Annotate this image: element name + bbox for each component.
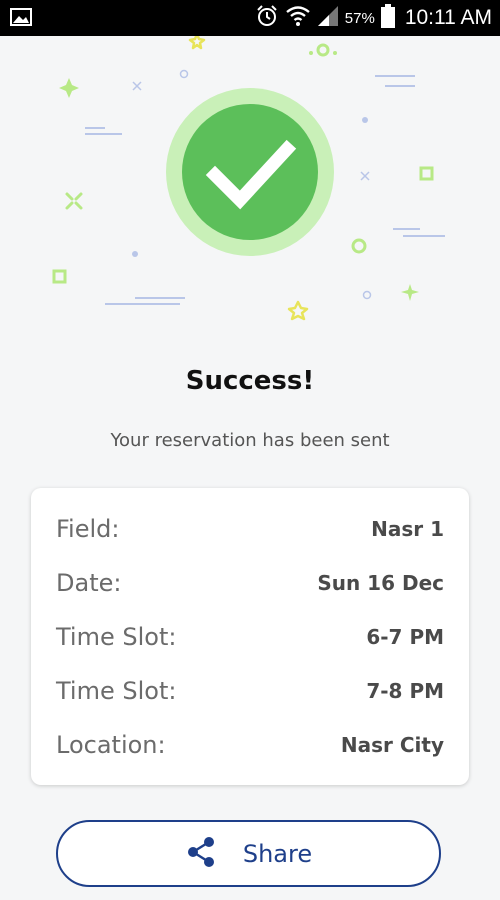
detail-value: Nasr 1 [371, 517, 444, 541]
detail-value: Sun 16 Dec [317, 571, 444, 595]
detail-label: Time Slot: [56, 677, 177, 705]
battery-icon [380, 4, 395, 32]
detail-value: 6-7 PM [366, 625, 444, 649]
success-message: Your reservation has been sent [110, 430, 390, 451]
signal-icon [317, 5, 339, 31]
detail-label: Field: [56, 515, 120, 543]
detail-row-time-slot: Time Slot: 6-7 PM [56, 617, 444, 657]
alarm-icon [255, 4, 279, 32]
clock: 10:11 AM [404, 6, 492, 29]
battery-percent: 57% [344, 9, 375, 27]
detail-row-date: Date: Sun 16 Dec [56, 563, 444, 603]
detail-row-location: Location: Nasr City [56, 725, 444, 765]
detail-row-time-slot: Time Slot: 7-8 PM [56, 671, 444, 711]
page-title: Success! [185, 366, 315, 396]
share-icon [185, 836, 217, 872]
success-illustration [0, 32, 500, 336]
reservation-details-card: Field: Nasr 1 Date: Sun 16 Dec Time Slot… [31, 488, 469, 785]
share-button[interactable]: Share [56, 820, 441, 887]
detail-value: Nasr City [340, 733, 444, 757]
detail-label: Date: [56, 569, 122, 597]
detail-value: 7-8 PM [366, 679, 444, 703]
gallery-notification-icon [10, 7, 32, 31]
status-bar: 57% 10:11 AM [0, 0, 500, 36]
detail-row-field: Field: Nasr 1 [56, 509, 444, 549]
share-button-label: Share [242, 839, 313, 868]
wifi-icon [285, 4, 311, 32]
detail-label: Time Slot: [56, 623, 177, 651]
detail-label: Location: [56, 731, 166, 759]
